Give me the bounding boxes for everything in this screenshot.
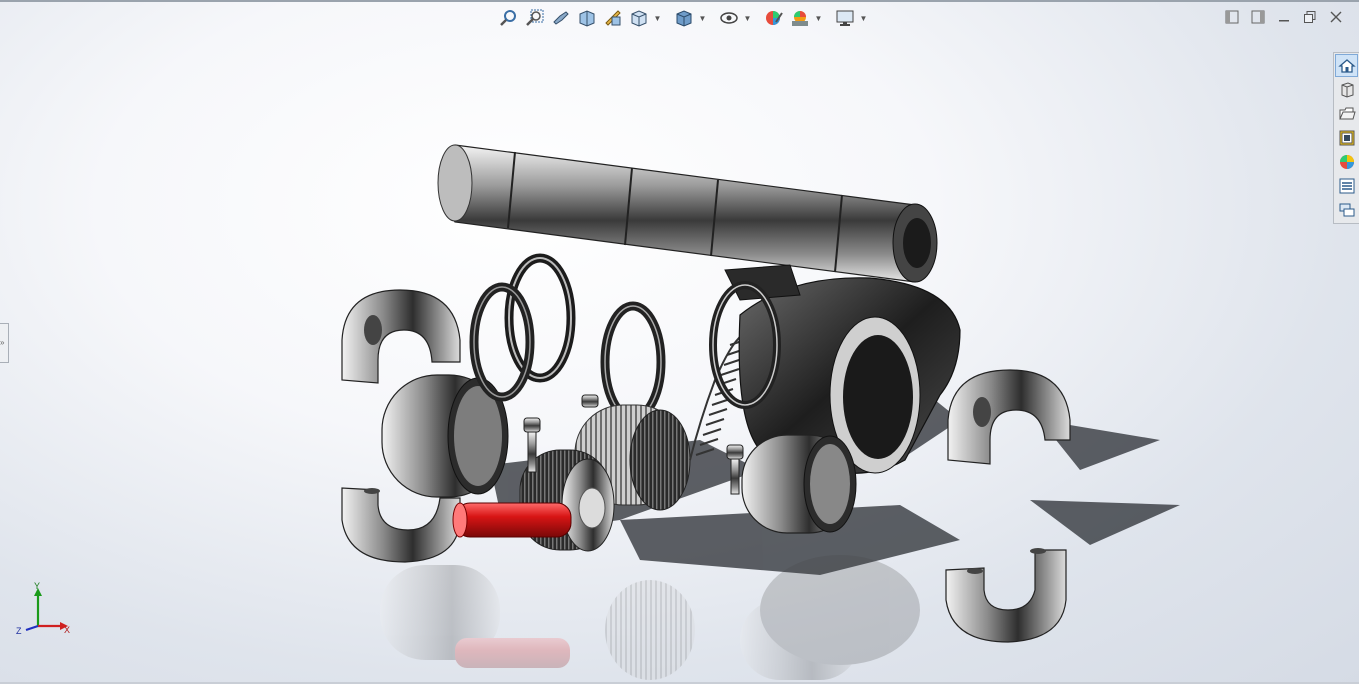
custom-properties-icon[interactable]	[1335, 174, 1358, 197]
feature-manager-flyout-handle[interactable]: »	[0, 323, 9, 363]
display-style-icon[interactable]	[672, 6, 696, 30]
dynamic-annotation-views-icon[interactable]	[601, 6, 625, 30]
reference-triad: Y X Z	[16, 581, 70, 636]
task-pane-tabs	[1333, 52, 1359, 224]
exploded-assembly-model[interactable]	[0, 0, 1359, 684]
apply-scene-dropdown[interactable]: ▼	[814, 6, 823, 30]
previous-view-icon[interactable]	[549, 6, 573, 30]
floor-reflection	[380, 555, 920, 680]
window-controls	[1223, 8, 1345, 26]
thrust-washer-left[interactable]	[469, 282, 535, 402]
hide-show-items-icon[interactable]	[717, 6, 741, 30]
minimize-icon[interactable]	[1275, 8, 1293, 26]
view-orientation-icon[interactable]	[627, 6, 651, 30]
view-settings-icon[interactable]	[833, 6, 857, 30]
zoom-to-fit-icon[interactable]	[497, 6, 521, 30]
triad-z-label: Z	[16, 626, 22, 636]
restore-icon[interactable]	[1301, 8, 1319, 26]
design-library-icon[interactable]	[1335, 78, 1358, 101]
forum-icon[interactable]	[1335, 198, 1358, 221]
edit-appearance-icon[interactable]	[762, 6, 786, 30]
triad-x-label: X	[64, 625, 70, 635]
main-shaft[interactable]	[437, 144, 938, 283]
left-clamp-top[interactable]	[341, 289, 461, 384]
heads-up-view-toolbar: ▼ ▼ ▼ ▼ ▼	[497, 5, 868, 31]
right-clamp-top[interactable]	[947, 369, 1071, 465]
view-palette-icon[interactable]	[1335, 126, 1358, 149]
tile-right-icon[interactable]	[1249, 8, 1267, 26]
right-clamp-bottom[interactable]	[945, 548, 1067, 643]
hide-show-items-dropdown[interactable]: ▼	[743, 6, 752, 30]
apply-scene-icon[interactable]	[788, 6, 812, 30]
red-pin[interactable]	[452, 502, 572, 538]
section-view-icon[interactable]	[575, 6, 599, 30]
view-orientation-dropdown[interactable]: ▼	[653, 6, 662, 30]
left-clamp-bottom[interactable]	[341, 487, 461, 563]
thrust-washer-mid[interactable]	[600, 301, 666, 423]
zoom-to-area-icon[interactable]	[523, 6, 547, 30]
appearances-scenes-icon[interactable]	[1335, 150, 1358, 173]
triad-y-label: Y	[34, 581, 40, 591]
tile-left-icon[interactable]	[1223, 8, 1241, 26]
retaining-ring-large[interactable]	[504, 253, 576, 383]
solidworks-resources-icon[interactable]	[1335, 54, 1358, 77]
view-settings-dropdown[interactable]: ▼	[859, 6, 868, 30]
graphics-area[interactable]: ▼ ▼ ▼ ▼ ▼ » Y X Z	[0, 0, 1359, 684]
right-bushing[interactable]	[741, 434, 857, 534]
close-icon[interactable]	[1327, 8, 1345, 26]
display-style-dropdown[interactable]: ▼	[698, 6, 707, 30]
file-explorer-icon[interactable]	[1335, 102, 1358, 125]
